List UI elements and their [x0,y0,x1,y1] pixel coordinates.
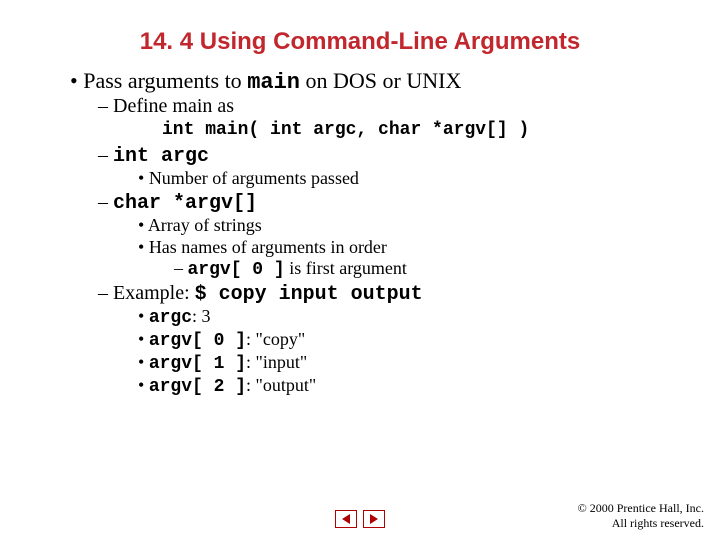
text: : "output" [246,375,316,395]
bullet-example: Example: $ copy input output argc: 3 arg… [98,282,680,397]
bullet-num-args: Number of arguments passed [138,168,680,189]
bullet-argv2-output: argv[ 2 ]: "output" [138,375,680,397]
code-argv: char *argv[] [113,192,257,215]
text: is first argument [285,258,407,278]
bullet-names-order: Has names of arguments in order argv[ 0 … [138,237,680,280]
bullet-char-argv: char *argv[] Array of strings Has names … [98,191,680,280]
copyright-line1: © 2000 Prentice Hall, Inc. [578,501,704,515]
bullet-pass-arguments: Pass arguments to main on DOS or UNIX De… [70,68,680,397]
bullet-array-strings: Array of strings [138,215,680,236]
bullet-argv0-copy: argv[ 0 ]: "copy" [138,329,680,351]
bullet-int-argc: int argc Number of arguments passed [98,144,680,189]
copyright-footer: © 2000 Prentice Hall, Inc. All rights re… [578,501,704,530]
triangle-left-icon [342,514,350,524]
triangle-right-icon [370,514,378,524]
text: Number of arguments passed [149,168,359,188]
text: Array of strings [148,215,262,235]
nav-buttons [335,510,385,528]
bullet-argc-3: argc: 3 [138,306,680,328]
code-argv0: argv[ 0 ] [188,260,285,280]
code-argc: int argc [113,145,209,168]
code-main: main [247,70,300,95]
code-argv2-val: argv[ 2 ] [149,377,246,397]
text: Example: [113,282,195,304]
text: : "input" [246,352,307,372]
text: on DOS or UNIX [300,68,461,93]
code-argc-val: argc [149,308,192,328]
slide-title: 14. 4 Using Command-Line Arguments [0,0,720,68]
bullet-define-main: Define main as [98,95,680,118]
bullet-argv1-input: argv[ 1 ]: "input" [138,352,680,374]
text: Has names of arguments in order [149,237,387,257]
text: Define main as [113,95,234,117]
copyright-line2: All rights reserved. [578,516,704,530]
bullet-argv0-first: argv[ 0 ] is first argument [174,258,680,280]
text: : 3 [192,306,211,326]
text: Pass arguments to [83,68,247,93]
slide-body: Pass arguments to main on DOS or UNIX De… [0,68,720,397]
text: : "copy" [246,329,305,349]
code-argv0-val: argv[ 0 ] [149,331,246,351]
code-argv1-val: argv[ 1 ] [149,354,246,374]
next-button[interactable] [363,510,385,528]
code-example-cmd: $ copy input output [195,283,423,306]
prev-button[interactable] [335,510,357,528]
code-main-signature: int main( int argc, char *argv[] ) [70,120,680,140]
